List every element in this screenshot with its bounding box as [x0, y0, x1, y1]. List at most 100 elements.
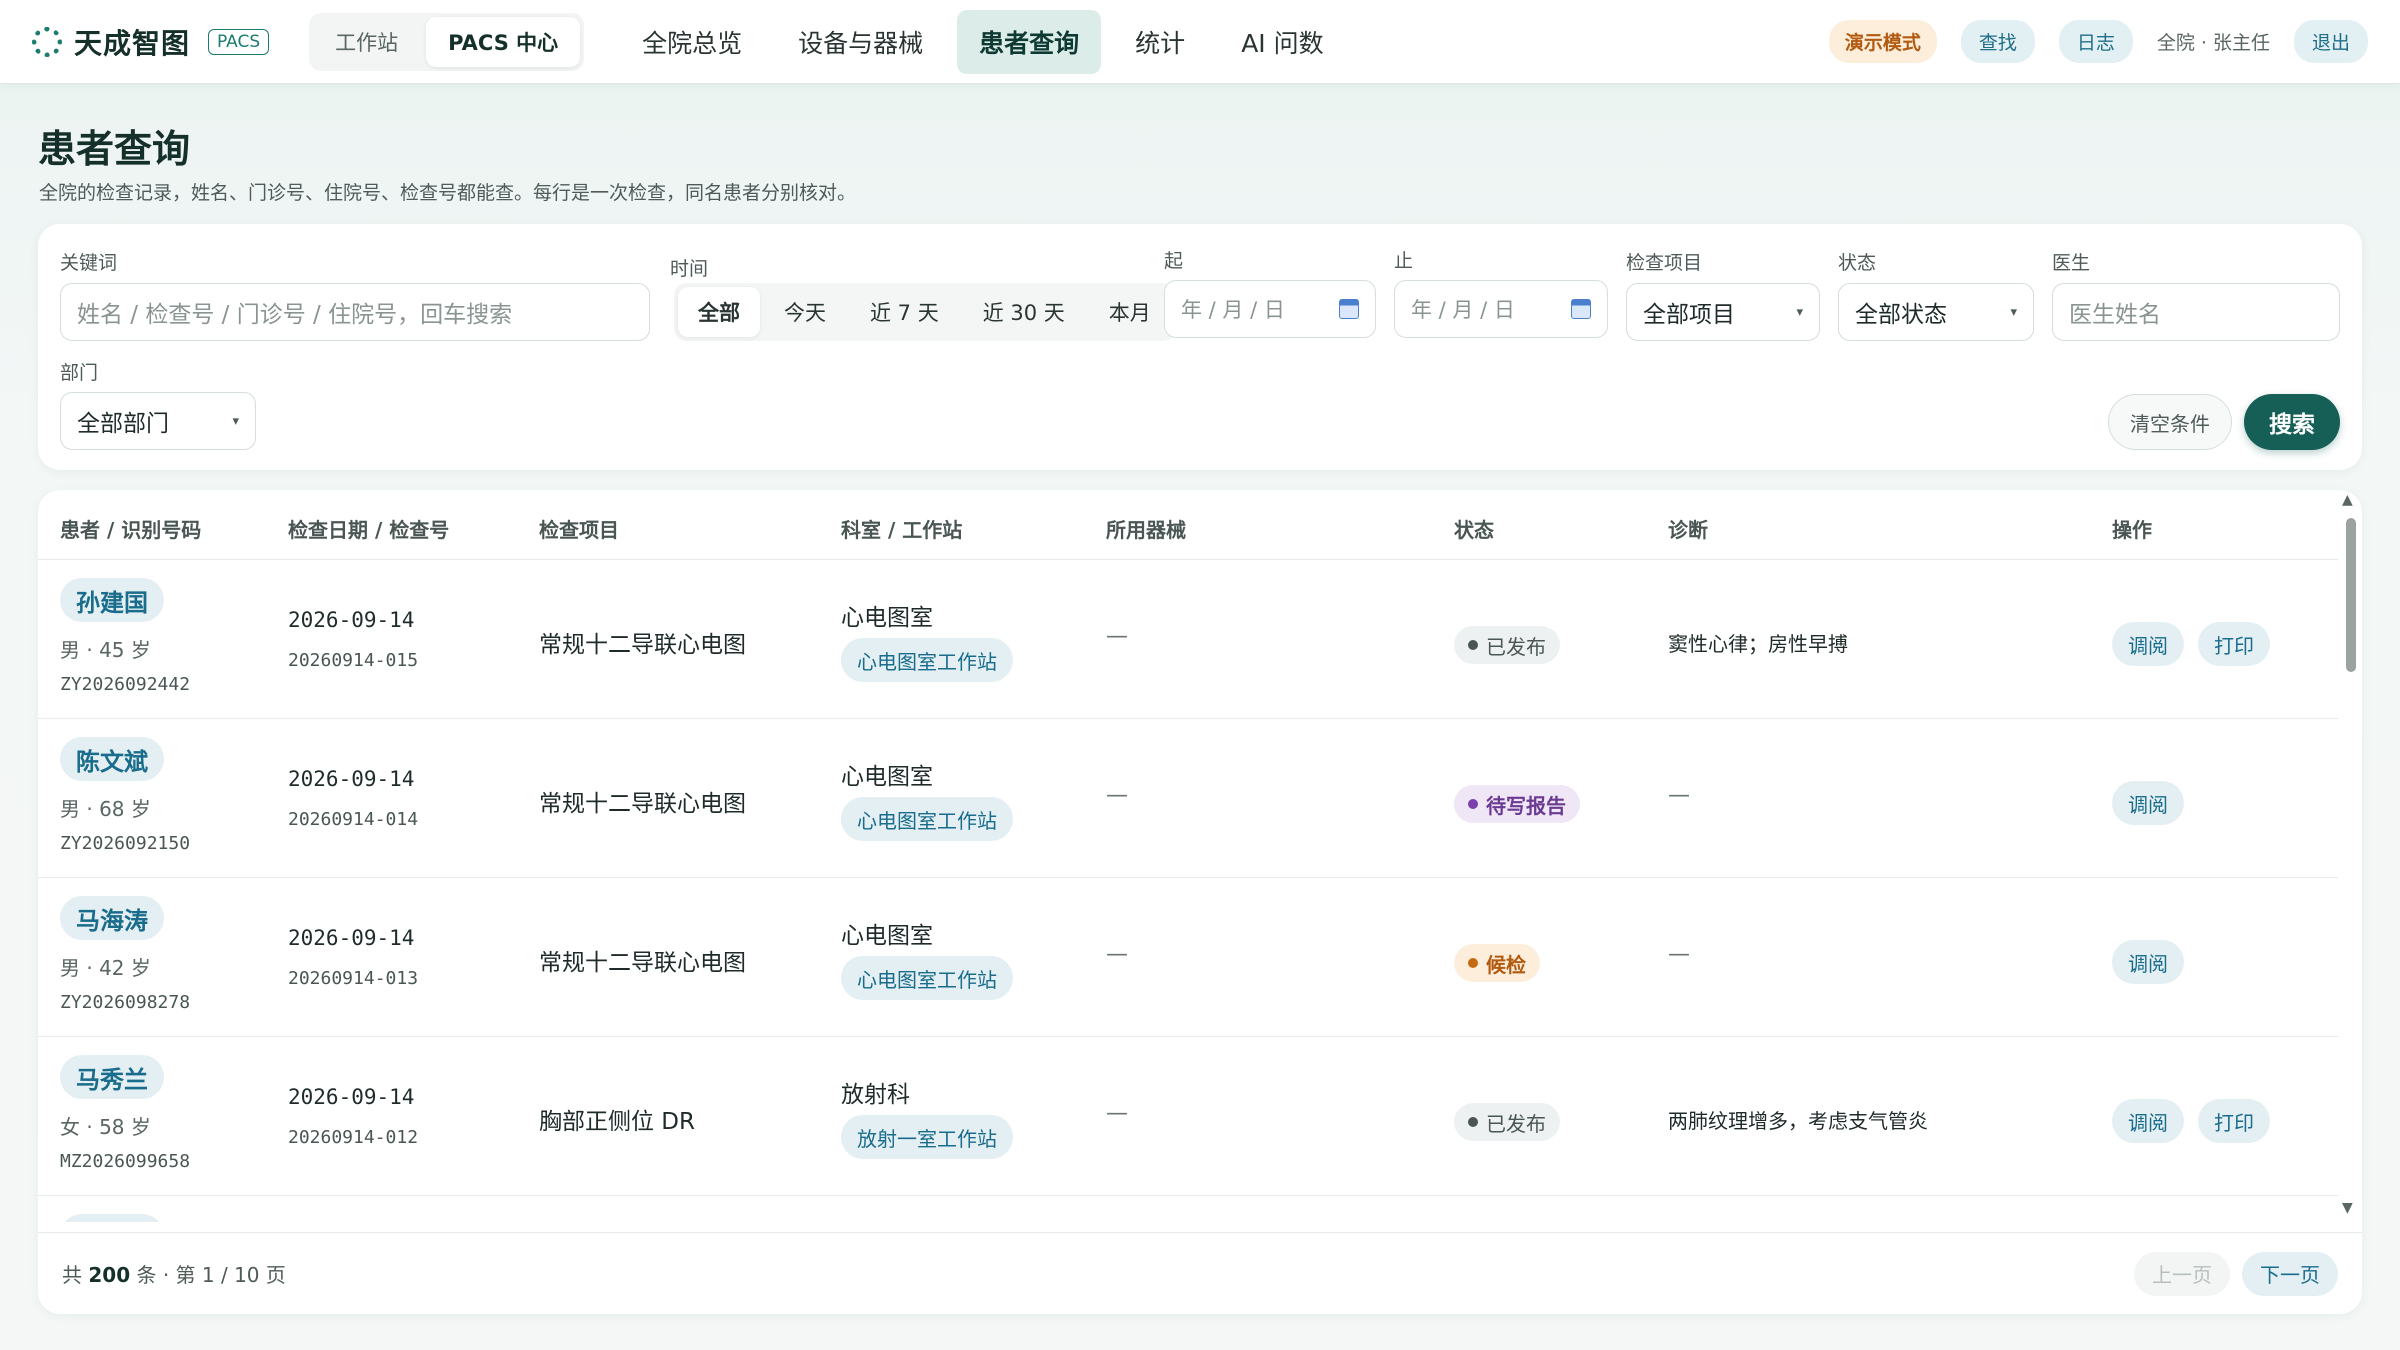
- diagnosis: —: [1668, 942, 1690, 967]
- status-badge: 候检: [1454, 944, 1540, 982]
- exam-date: 2026-09-14: [288, 767, 415, 791]
- keyword-label: 关键词: [60, 252, 118, 274]
- col-exam-item: 检查项目: [539, 518, 619, 542]
- patient-meta: 女 · 58 岁: [60, 1115, 151, 1139]
- department-select[interactable]: 全部部门 ▾: [60, 392, 256, 450]
- device: —: [1106, 942, 1128, 967]
- view-button[interactable]: 调阅: [2112, 940, 2184, 984]
- calendar-icon[interactable]: [1571, 299, 1591, 319]
- department: 心电图室: [841, 605, 933, 631]
- chevron-down-icon: ▾: [2010, 304, 2017, 320]
- date-to-label: 止: [1394, 250, 1414, 272]
- time-option-month[interactable]: 本月: [1089, 287, 1171, 337]
- time-label: 时间: [670, 258, 709, 280]
- brand-name: 天成智图: [74, 26, 191, 60]
- status-label: 状态: [1838, 252, 1877, 274]
- time-option-all[interactable]: 全部: [678, 287, 760, 337]
- mode-pacs-center[interactable]: PACS 中心: [426, 16, 581, 67]
- demo-mode-badge: 演示模式: [1828, 20, 1937, 63]
- brand[interactable]: 天成智图 PACS: [32, 22, 270, 62]
- nav-ai-query[interactable]: AI 问数: [1219, 10, 1345, 74]
- main-nav: 全院总览 设备与器械 患者查询 统计 AI 问数: [620, 9, 1346, 74]
- device: —: [1106, 624, 1128, 649]
- time-option-30days[interactable]: 近 30 天: [963, 287, 1085, 337]
- chevron-down-icon: ▾: [1796, 304, 1803, 320]
- scrollbar-thumb[interactable]: [2346, 518, 2356, 672]
- patient-name[interactable]: 陈文斌: [60, 737, 164, 781]
- department: 心电图室: [841, 764, 933, 790]
- device: —: [1106, 1101, 1128, 1126]
- diagnosis: 窦性心律；房性早搏: [1668, 632, 1848, 656]
- diagnosis: —: [1668, 783, 1690, 808]
- workstation-chip[interactable]: 心电图室工作站: [841, 797, 1013, 841]
- print-button[interactable]: 打印: [2198, 622, 2270, 666]
- time-range-segment: 全部 今天 近 7 天 近 30 天 本月: [674, 283, 1175, 341]
- exam-item: 常规十二导联心电图: [539, 791, 746, 817]
- doctor-input[interactable]: 医生姓名: [2052, 283, 2340, 341]
- patient-id: ZY2026092442: [60, 674, 191, 695]
- patient-name-partial[interactable]: [60, 1214, 164, 1222]
- status-badge: 已发布: [1454, 626, 1560, 664]
- view-button[interactable]: 调阅: [2112, 622, 2184, 666]
- status-select[interactable]: 全部状态 ▾: [1838, 283, 2034, 341]
- department: 放射科: [841, 1082, 910, 1108]
- workstation-chip[interactable]: 心电图室工作站: [841, 638, 1013, 682]
- view-button[interactable]: 调阅: [2112, 1099, 2184, 1143]
- page-title: 患者查询: [38, 127, 191, 171]
- next-page-button[interactable]: 下一页: [2242, 1251, 2338, 1296]
- scroll-up-icon[interactable]: ▲: [2342, 492, 2353, 508]
- view-button[interactable]: 调阅: [2112, 781, 2184, 825]
- col-diagnosis: 诊断: [1668, 518, 1708, 542]
- table-row[interactable]: 陈文斌 男 · 68 岁 ZY2026092150 2026-09-14 202…: [38, 719, 2338, 878]
- device: —: [1106, 783, 1128, 808]
- department-label: 部门: [60, 362, 99, 384]
- date-from-label: 起: [1164, 250, 1184, 272]
- exam-item-select[interactable]: 全部项目 ▾: [1626, 283, 1820, 341]
- workstation-chip[interactable]: 放射一室工作站: [841, 1115, 1013, 1159]
- patient-meta: 男 · 68 岁: [60, 797, 151, 821]
- nav-devices[interactable]: 设备与器械: [776, 10, 945, 74]
- scroll-down-icon[interactable]: ▼: [2342, 1200, 2353, 1216]
- exam-number: 20260914-013: [288, 968, 419, 989]
- date-from-input[interactable]: 年 / 月 / 日: [1164, 280, 1376, 338]
- col-patient: 患者 / 识别号码: [60, 518, 202, 542]
- date-to-input[interactable]: 年 / 月 / 日: [1394, 280, 1608, 338]
- print-button[interactable]: 打印: [2198, 1099, 2270, 1143]
- workstation-chip[interactable]: 心电图室工作站: [841, 956, 1013, 1000]
- time-option-today[interactable]: 今天: [764, 287, 846, 337]
- time-option-7days[interactable]: 近 7 天: [850, 287, 959, 337]
- total-count: 共 200 条 · 第 1 / 10 页: [62, 1263, 286, 1287]
- exam-number: 20260914-015: [288, 650, 419, 671]
- doctor-label: 医生: [2052, 252, 2091, 274]
- exam-item: 胸部正侧位 DR: [539, 1109, 696, 1135]
- table-scrollbar[interactable]: ▲ ▼: [2338, 490, 2362, 1222]
- table-row[interactable]: [38, 1196, 2338, 1222]
- nav-overview[interactable]: 全院总览: [620, 10, 764, 74]
- patient-name[interactable]: 马秀兰: [60, 1055, 164, 1099]
- mode-workstation[interactable]: 工作站: [313, 17, 420, 67]
- patient-meta: 男 · 42 岁: [60, 956, 151, 980]
- results-table: 患者 / 识别号码 检查日期 / 检查号 检查项目 科室 / 工作站 所用器械 …: [38, 490, 2362, 1314]
- nav-patient-query[interactable]: 患者查询: [957, 9, 1102, 74]
- find-button[interactable]: 查找: [1960, 20, 2035, 63]
- patient-name[interactable]: 孙建国: [60, 578, 164, 622]
- table-body: 孙建国 男 · 45 岁 ZY2026092442 2026-09-14 202…: [38, 560, 2338, 1222]
- logout-button[interactable]: 退出: [2293, 20, 2368, 63]
- log-button[interactable]: 日志: [2058, 20, 2133, 63]
- page-subtitle: 全院的检查记录，姓名、门诊号、住院号、检查号都能查。每行是一次检查，同名患者分别…: [39, 182, 857, 204]
- search-button[interactable]: 搜索: [2244, 394, 2340, 450]
- filter-panel: 关键词 姓名 / 检查号 / 门诊号 / 住院号，回车搜索 时间 全部 今天 近…: [38, 224, 2362, 470]
- keyword-input[interactable]: 姓名 / 检查号 / 门诊号 / 住院号，回车搜索: [60, 283, 650, 341]
- patient-name[interactable]: 马海涛: [60, 896, 164, 940]
- mode-switch: 工作站 PACS 中心: [309, 12, 585, 71]
- department: 心电图室: [841, 923, 933, 949]
- clear-filters-button[interactable]: 清空条件: [2108, 394, 2232, 450]
- table-row[interactable]: 孙建国 男 · 45 岁 ZY2026092442 2026-09-14 202…: [38, 560, 2338, 719]
- nav-statistics[interactable]: 统计: [1113, 10, 1207, 74]
- calendar-icon[interactable]: [1339, 299, 1359, 319]
- table-row[interactable]: 马秀兰 女 · 58 岁 MZ2026099658 2026-09-14 202…: [38, 1037, 2338, 1196]
- prev-page-button[interactable]: 上一页: [2134, 1251, 2230, 1296]
- col-department: 科室 / 工作站: [841, 518, 963, 542]
- col-exam-date: 检查日期 / 检查号: [288, 518, 450, 542]
- table-row[interactable]: 马海涛 男 · 42 岁 ZY2026098278 2026-09-14 202…: [38, 878, 2338, 1037]
